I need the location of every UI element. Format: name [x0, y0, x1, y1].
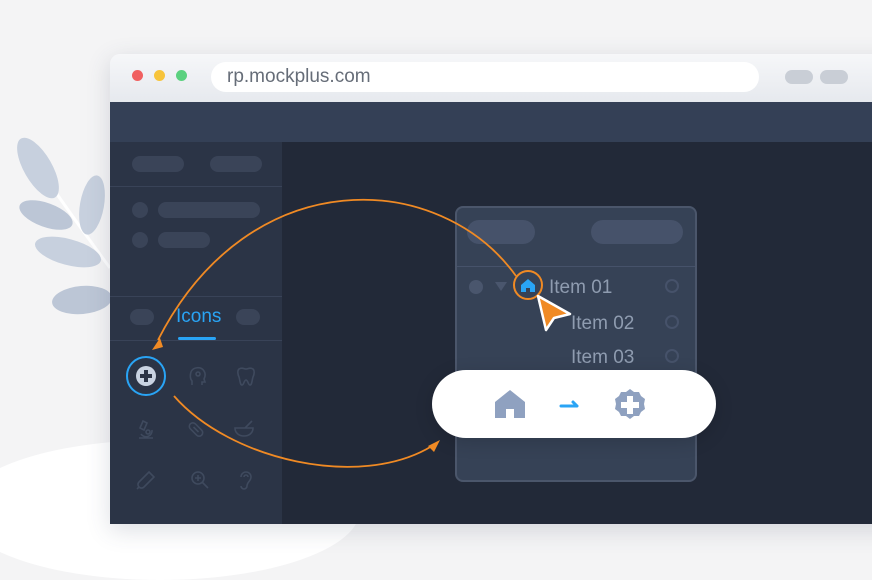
- panel-header-placeholder: [467, 220, 535, 244]
- row-action-icon[interactable]: [665, 279, 679, 293]
- tooth-icon[interactable]: [234, 364, 258, 388]
- placeholder-bar: [132, 156, 184, 172]
- left-sidebar: Icons: [110, 142, 282, 524]
- divider: [110, 340, 282, 341]
- home-icon[interactable]: [513, 270, 543, 300]
- thermometer-icon[interactable]: [134, 468, 158, 492]
- arrow-right-icon: [558, 396, 582, 412]
- row-action-icon[interactable]: [665, 315, 679, 329]
- ear-icon[interactable]: [234, 468, 258, 492]
- placeholder-bar: [158, 232, 210, 248]
- placeholder-bar: [158, 202, 260, 218]
- tab-placeholder[interactable]: [130, 309, 154, 325]
- panel-header-placeholder: [591, 220, 683, 244]
- medical-cross-icon: [612, 387, 648, 423]
- pill-capsule-icon[interactable]: [184, 417, 208, 441]
- divider: [110, 186, 282, 187]
- tree-item-label: Item 02: [571, 313, 635, 334]
- divider: [457, 266, 695, 267]
- placeholder-dot: [132, 232, 148, 248]
- browser-button[interactable]: [785, 70, 813, 84]
- placeholder-bar: [210, 156, 262, 172]
- tree-item-label: Item 03: [571, 347, 635, 368]
- tab-placeholder[interactable]: [236, 309, 260, 325]
- tab-icons[interactable]: Icons: [176, 306, 221, 328]
- head-profile-icon[interactable]: [186, 364, 210, 388]
- placeholder-dot: [132, 202, 148, 218]
- mortar-pestle-icon[interactable]: [232, 417, 256, 441]
- maximize-window-dot[interactable]: [176, 70, 187, 81]
- browser-button[interactable]: [820, 70, 848, 84]
- zoom-plus-icon[interactable]: [188, 468, 212, 492]
- app-toolbar: [110, 102, 872, 142]
- tree-component-panel[interactable]: Item 01 Item 02 Item 03: [455, 206, 697, 482]
- expand-caret-icon[interactable]: [495, 282, 507, 291]
- medical-cross-icon[interactable]: [126, 356, 166, 396]
- row-action-icon[interactable]: [665, 349, 679, 363]
- icon-replace-popup: [432, 370, 716, 438]
- microscope-icon[interactable]: [134, 417, 158, 441]
- tree-item-label: Item 01: [549, 277, 613, 298]
- row-bullet: [469, 280, 483, 294]
- address-bar[interactable]: rp.mockplus.com: [211, 62, 759, 92]
- close-window-dot[interactable]: [132, 70, 143, 81]
- minimize-window-dot[interactable]: [154, 70, 165, 81]
- home-icon: [492, 386, 528, 422]
- divider: [110, 296, 282, 297]
- browser-titlebar: rp.mockplus.com: [110, 54, 872, 102]
